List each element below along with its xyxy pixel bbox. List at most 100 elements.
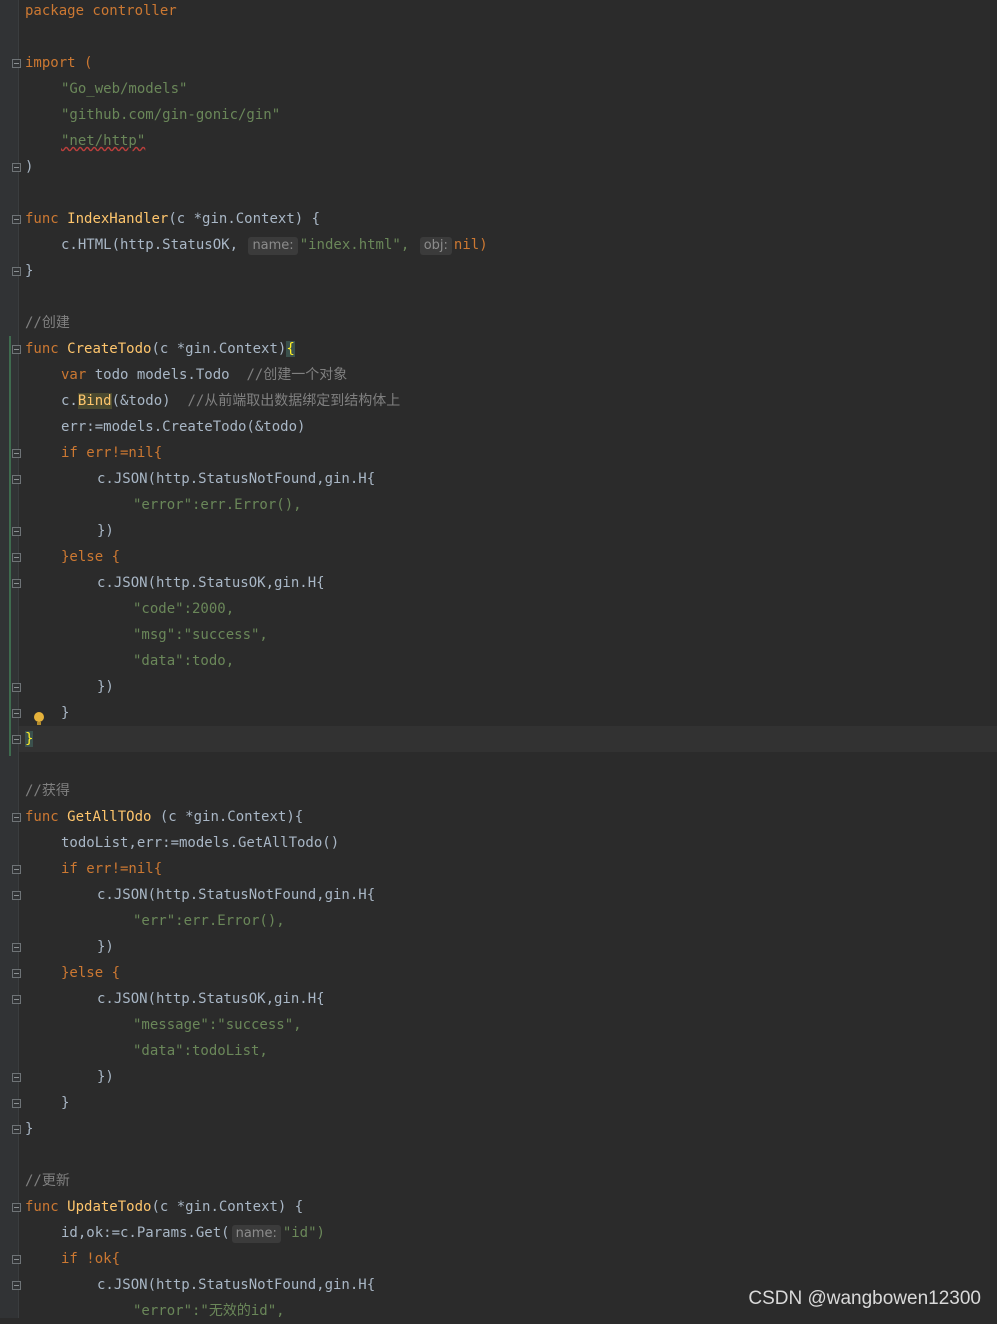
gutter-separator xyxy=(18,0,19,1318)
code-text: c.JSON(http.StatusOK,gin.H{ xyxy=(97,575,325,591)
code-line: "net/http" xyxy=(61,128,145,154)
import-keyword: import ( xyxy=(25,55,93,71)
fold-marker-icon[interactable] xyxy=(12,267,21,276)
fold-marker-icon[interactable] xyxy=(12,553,21,562)
code-text: c. xyxy=(61,393,78,409)
fold-marker-icon[interactable] xyxy=(12,1099,21,1108)
fold-marker-icon[interactable] xyxy=(12,59,21,68)
code-text: todo models.Todo xyxy=(94,367,247,383)
fold-marker-icon[interactable] xyxy=(12,891,21,900)
else-statement: }else { xyxy=(61,965,121,981)
fold-marker-icon[interactable] xyxy=(12,163,21,172)
closing-paren: ) xyxy=(25,159,34,175)
fold-marker-icon[interactable] xyxy=(12,1073,21,1082)
code-line: c.JSON(http.StatusNotFound,gin.H{ xyxy=(97,1272,375,1298)
import-path: "net/http" xyxy=(61,133,146,149)
fold-marker-icon[interactable] xyxy=(12,1255,21,1264)
fold-marker-icon[interactable] xyxy=(12,579,21,588)
matched-brace: { xyxy=(286,341,295,357)
code-line: "msg":"success", xyxy=(133,622,268,648)
code-line: if err!=nil{ xyxy=(61,856,162,882)
code-line[interactable]: } xyxy=(25,726,34,752)
code-line: } xyxy=(25,1116,33,1142)
function-name: CreateTodo xyxy=(67,341,152,357)
string-literal: "data":todoList, xyxy=(133,1043,268,1059)
function-name: UpdateTodo xyxy=(67,1199,152,1215)
code-line: //更新 xyxy=(25,1168,70,1194)
code-line: //获得 xyxy=(25,778,70,804)
code-line: ) xyxy=(25,154,33,180)
fold-marker-icon[interactable] xyxy=(12,943,21,952)
fold-marker-icon[interactable] xyxy=(12,813,21,822)
comment: //更新 xyxy=(25,1173,70,1189)
fold-marker-icon[interactable] xyxy=(12,865,21,874)
string-literal: "error":"无效的id", xyxy=(133,1303,285,1319)
closing-brace: }) xyxy=(97,939,114,955)
code-line: import ( xyxy=(25,50,92,76)
string-literal: "code":2000, xyxy=(133,601,235,617)
code-line: id,ok:=c.Params.Get(name: "id") xyxy=(61,1220,325,1246)
code-text: err:=models.CreateTodo(&todo) xyxy=(61,419,306,435)
import-path: "github.com/gin-gonic/gin" xyxy=(61,107,281,123)
fold-marker-icon[interactable] xyxy=(12,1125,21,1134)
code-line: "data":todo, xyxy=(133,648,234,674)
closing-brace: }) xyxy=(97,1069,114,1085)
function-params: (c *gin.Context) { xyxy=(151,1199,304,1215)
matched-brace: } xyxy=(25,731,34,747)
fold-marker-icon[interactable] xyxy=(12,995,21,1004)
code-line: //创建 xyxy=(25,310,70,336)
code-line: } xyxy=(61,1090,69,1116)
if-statement: if !ok{ xyxy=(61,1251,121,1267)
fold-marker-icon[interactable] xyxy=(12,475,21,484)
code-line: if !ok{ xyxy=(61,1246,120,1272)
fold-marker-icon[interactable] xyxy=(12,215,21,224)
function-name: IndexHandler xyxy=(67,211,169,227)
closing-brace: }) xyxy=(97,679,114,695)
fold-marker-icon[interactable] xyxy=(12,1281,21,1290)
fold-marker-icon[interactable] xyxy=(12,683,21,692)
comment: //从前端取出数据绑定到结构体上 xyxy=(187,393,401,409)
fold-marker-icon[interactable] xyxy=(12,735,21,744)
code-line: }) xyxy=(97,934,114,960)
function-params: (c *gin.Context) xyxy=(151,341,287,357)
code-text: c.JSON(http.StatusOK,gin.H{ xyxy=(97,991,325,1007)
lightbulb-icon[interactable] xyxy=(34,712,44,725)
fold-marker-icon[interactable] xyxy=(12,527,21,536)
fold-marker-icon[interactable] xyxy=(12,1203,21,1212)
code-text: c.JSON(http.StatusNotFound,gin.H{ xyxy=(97,1277,376,1293)
string-literal: "err":err.Error(), xyxy=(133,913,285,929)
closing-brace: } xyxy=(25,263,34,279)
code-line: err:=models.CreateTodo(&todo) xyxy=(61,414,305,440)
string-literal: "error":err.Error(), xyxy=(133,497,302,513)
param-hint: name: xyxy=(248,237,298,255)
closing-brace: } xyxy=(61,1095,70,1111)
code-editor[interactable]: package controller import ( "Go_web/mode… xyxy=(0,0,997,1319)
code-line: }else { xyxy=(61,544,120,570)
current-line-highlight xyxy=(19,726,997,752)
comment: //创建 xyxy=(25,315,70,331)
string-literal: "id") xyxy=(282,1225,325,1241)
fold-marker-icon[interactable] xyxy=(12,449,21,458)
method-name: Bind xyxy=(77,393,112,409)
code-line: "message":"success", xyxy=(133,1012,302,1038)
code-line: c.JSON(http.StatusOK,gin.H{ xyxy=(97,986,325,1012)
watermark: CSDN @wangbowen12300 xyxy=(748,1288,981,1309)
code-line: }) xyxy=(97,674,114,700)
fold-marker-icon[interactable] xyxy=(12,345,21,354)
closing-brace: } xyxy=(61,705,70,721)
code-line: "data":todoList, xyxy=(133,1038,268,1064)
func-keyword: func xyxy=(25,211,68,227)
string-literal: "msg":"success", xyxy=(133,627,268,643)
code-line: func IndexHandler(c *gin.Context) { xyxy=(25,206,320,232)
code-line: "err":err.Error(), xyxy=(133,908,285,934)
code-line: }) xyxy=(97,518,114,544)
fold-marker-icon[interactable] xyxy=(12,969,21,978)
comment: //获得 xyxy=(25,783,70,799)
else-statement: }else { xyxy=(61,549,121,565)
code-line: "error":err.Error(), xyxy=(133,492,302,518)
param-hint: name: xyxy=(231,1225,281,1243)
code-text: c.HTML(http.StatusOK, xyxy=(61,237,247,253)
fold-marker-icon[interactable] xyxy=(12,709,21,718)
func-keyword: func xyxy=(25,809,68,825)
code-line: package controller xyxy=(25,0,177,24)
